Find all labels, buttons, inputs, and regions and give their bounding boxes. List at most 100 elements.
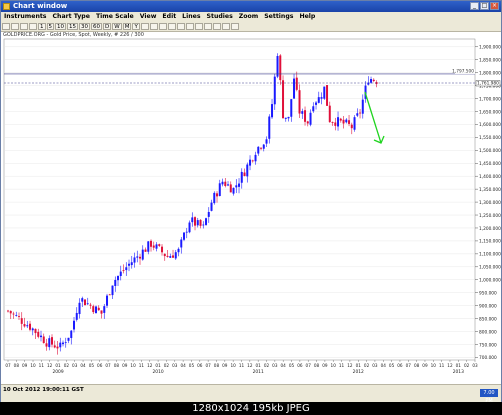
timeframe-button-15[interactable]: 15 (67, 23, 78, 30)
y-tick-label: 1,000.000 (479, 278, 501, 284)
toolbar-tool-icon[interactable] (167, 23, 176, 30)
toolbar-tool-icon[interactable] (194, 23, 203, 30)
month-label: 07 (5, 363, 11, 368)
candle-body (86, 303, 89, 305)
maximize-button[interactable]: □ (480, 2, 489, 10)
candle-body (119, 271, 122, 277)
month-label: 12 (447, 363, 453, 368)
menu-time-scale[interactable]: Time Scale (93, 12, 137, 22)
toolbar-tool-icon[interactable] (158, 23, 167, 30)
candle-body (306, 121, 309, 124)
candle-body (257, 146, 260, 154)
toolbar-tool-icon[interactable] (176, 23, 185, 30)
candle-body (246, 164, 249, 177)
timeframe-button-y[interactable]: Y (132, 23, 140, 30)
timeframe-button-30[interactable]: 30 (79, 23, 90, 30)
menu-edit[interactable]: Edit (159, 12, 179, 22)
candle-body (48, 338, 51, 348)
candle-body (70, 330, 73, 339)
candle-body (147, 241, 150, 252)
month-label: 10 (130, 363, 136, 368)
menu-zoom[interactable]: Zoom (236, 12, 261, 22)
timeframe-button-10[interactable]: 10 (55, 23, 66, 30)
candle-body (128, 263, 131, 266)
candle-body (191, 217, 194, 223)
candle-body (152, 245, 155, 248)
menu-help[interactable]: Help (296, 12, 318, 22)
candle-body (287, 116, 290, 119)
month-label: 09 (422, 363, 428, 368)
timeframe-button-5[interactable]: 5 (46, 23, 54, 30)
candle-body (29, 323, 32, 330)
menu-lines[interactable]: Lines (179, 12, 203, 22)
month-label: 06 (97, 363, 103, 368)
candle-body (304, 110, 307, 122)
candle-body (117, 276, 120, 281)
month-label: 03 (272, 363, 278, 368)
month-label: 05 (189, 363, 195, 368)
candle-body (265, 139, 268, 144)
candle-body (315, 102, 318, 105)
candle-body (174, 252, 177, 259)
month-label: 04 (80, 363, 86, 368)
timeframe-button-w[interactable]: W (112, 23, 122, 30)
candle-body (108, 294, 111, 296)
menu-chart-type[interactable]: Chart Type (50, 12, 93, 22)
candle-body (51, 337, 54, 345)
candle-body (240, 171, 243, 183)
toolbar-tool-icon[interactable] (20, 23, 28, 30)
menu-view[interactable]: View (137, 12, 160, 22)
month-label: 11 (339, 363, 345, 368)
toolbar-tool-icon[interactable] (221, 23, 230, 30)
month-label: 08 (314, 363, 320, 368)
month-label: 01 (356, 363, 362, 368)
minimize-button[interactable]: _ (470, 2, 479, 10)
month-label: 01 (155, 363, 161, 368)
candle-body (185, 231, 188, 233)
timeframe-button-m[interactable]: M (122, 23, 132, 30)
month-label: 09 (22, 363, 28, 368)
timeframe-button-d[interactable]: D (103, 23, 112, 30)
timeframe-button-60[interactable]: 60 (91, 23, 102, 30)
toolbar-tool-icon[interactable] (140, 23, 149, 30)
menu-settings[interactable]: Settings (261, 12, 296, 22)
menu-instruments[interactable]: Instruments (1, 12, 50, 22)
toolbar-tool-icon[interactable] (203, 23, 212, 30)
toolbar-tool-icon[interactable] (212, 23, 221, 30)
timeframe-button-1[interactable]: 1 (38, 23, 46, 30)
candle-body (238, 183, 241, 187)
month-label: 01 (456, 363, 462, 368)
y-tick-label: 1,650.000 (479, 109, 501, 115)
candle-body (18, 316, 21, 317)
month-label: 02 (264, 363, 270, 368)
month-label: 05 (289, 363, 295, 368)
candle-body (136, 256, 139, 258)
month-label: 06 (197, 363, 203, 368)
candle-body (194, 217, 197, 226)
toolbar-tool-icon[interactable] (29, 23, 37, 30)
toolbar-tool-icon[interactable] (2, 23, 10, 30)
toolbar-tool-icon[interactable] (230, 23, 239, 30)
price-chart[interactable]: 1,900.0001,850.0001,800.0001,750.0001,70… (1, 37, 501, 384)
candle-body (323, 86, 326, 99)
candle-body (103, 306, 106, 313)
candle-body (295, 77, 298, 90)
candle-body (199, 219, 202, 226)
candle-body (163, 253, 166, 257)
candle-body (276, 56, 279, 77)
candle-body (353, 117, 356, 130)
toolbar-tool-icon[interactable] (185, 23, 194, 30)
month-label: 04 (180, 363, 186, 368)
window-title: Chart window (13, 2, 68, 10)
menu-studies[interactable]: Studies (204, 12, 236, 22)
month-label: 07 (406, 363, 412, 368)
close-button[interactable]: × (490, 2, 499, 10)
toolbar-tool-icon[interactable] (149, 23, 158, 30)
month-label: 10 (230, 363, 236, 368)
candle-body (23, 324, 26, 327)
year-label: 2010 (153, 369, 164, 375)
month-label: 02 (164, 363, 170, 368)
toolbar-tool-icon[interactable] (11, 23, 19, 30)
plot-area[interactable] (3, 38, 476, 361)
title-bar[interactable]: Chart window _ □ × (1, 1, 501, 12)
